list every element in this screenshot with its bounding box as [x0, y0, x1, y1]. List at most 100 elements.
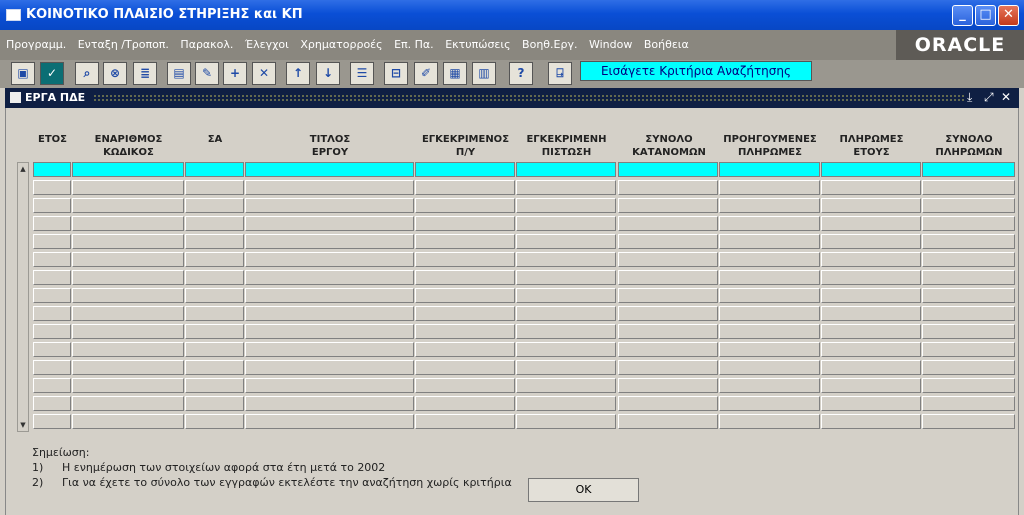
edit-icon[interactable]: ⊟ — [384, 62, 408, 85]
grid-cell[interactable] — [245, 234, 414, 249]
grid-cell[interactable] — [719, 270, 820, 285]
grid-cell[interactable] — [516, 288, 616, 303]
grid-cell[interactable] — [821, 342, 921, 357]
document-icon[interactable]: ▦ — [443, 62, 467, 85]
menu-item-ep-pa[interactable]: Επ. Πα. — [394, 38, 434, 51]
grid-cell[interactable] — [33, 252, 71, 267]
clipboard-icon[interactable]: ▥ — [472, 62, 496, 85]
grid-cell[interactable] — [415, 198, 515, 213]
menu-item-ektyposeis[interactable]: Εκτυπώσεις — [445, 38, 510, 51]
notes-icon[interactable]: ✐ — [414, 62, 438, 85]
grid-cell[interactable] — [516, 180, 616, 195]
grid-cell[interactable] — [821, 216, 921, 231]
save-icon[interactable]: ▣ — [11, 62, 35, 85]
menu-item-xrimatorroes[interactable]: Χρηματορροές — [300, 38, 382, 51]
menu-item-parakolouthisi[interactable]: Παρακολ. — [180, 38, 233, 51]
form-minimize-icon[interactable]: ⤓ — [967, 90, 972, 105]
grid-cell[interactable] — [245, 288, 414, 303]
grid-cell[interactable] — [618, 396, 718, 411]
grid-cell[interactable] — [33, 360, 71, 375]
grid-cell[interactable] — [922, 360, 1015, 375]
grid-cell[interactable] — [618, 270, 718, 285]
grid-cell[interactable] — [618, 342, 718, 357]
grid-cell[interactable] — [415, 306, 515, 321]
grid-cell[interactable] — [72, 342, 184, 357]
grid-cell[interactable] — [72, 270, 184, 285]
grid-cell[interactable] — [922, 234, 1015, 249]
grid-cell[interactable] — [516, 252, 616, 267]
grid-cell[interactable] — [516, 234, 616, 249]
grid-cell[interactable] — [185, 396, 244, 411]
ok-button[interactable]: OK — [528, 478, 639, 502]
grid-cell[interactable] — [516, 360, 616, 375]
grid-cell[interactable] — [821, 288, 921, 303]
grid-cell[interactable] — [185, 216, 244, 231]
grid-cell[interactable] — [821, 360, 921, 375]
grid-cell[interactable] — [922, 378, 1015, 393]
grid-cell[interactable] — [415, 414, 515, 429]
grid-cell[interactable] — [719, 234, 820, 249]
grid-cell[interactable] — [821, 162, 921, 177]
grid-cell[interactable] — [719, 378, 820, 393]
grid-cell[interactable] — [516, 162, 616, 177]
grid-cell[interactable] — [72, 324, 184, 339]
grid-cell[interactable] — [719, 324, 820, 339]
grid-cell[interactable] — [618, 180, 718, 195]
grid-cell[interactable] — [72, 252, 184, 267]
grid-cell[interactable] — [922, 198, 1015, 213]
grid-cell[interactable] — [245, 162, 414, 177]
grid-cell[interactable] — [245, 342, 414, 357]
grid-cell[interactable] — [33, 180, 71, 195]
grid-cell[interactable] — [185, 324, 244, 339]
grid-cell[interactable] — [185, 342, 244, 357]
menu-item-elegxoi[interactable]: Έλεγχοι — [245, 38, 289, 51]
grid-cell[interactable] — [185, 234, 244, 249]
grid-cell[interactable] — [72, 414, 184, 429]
grid-cell[interactable] — [33, 234, 71, 249]
menu-item-help[interactable]: Βοήθεια — [644, 38, 689, 51]
grid-cell[interactable] — [516, 414, 616, 429]
grid-cell[interactable] — [245, 252, 414, 267]
accept-icon[interactable]: ✓ — [40, 62, 64, 85]
vertical-scrollbar[interactable]: ▲ ▼ — [17, 162, 29, 432]
grid-cell[interactable] — [185, 378, 244, 393]
cancel-query-icon[interactable]: ⊗ — [103, 62, 127, 85]
grid-cell[interactable] — [922, 288, 1015, 303]
grid-cell[interactable] — [33, 342, 71, 357]
grid-cell[interactable] — [245, 324, 414, 339]
grid-cell[interactable] — [821, 414, 921, 429]
minimize-button[interactable]: _ — [952, 5, 973, 26]
grid-cell[interactable] — [185, 360, 244, 375]
grid-cell[interactable] — [922, 306, 1015, 321]
print-icon[interactable]: ▤ — [167, 62, 191, 85]
grid-cell[interactable] — [618, 324, 718, 339]
grid-cell[interactable] — [618, 234, 718, 249]
grid-cell[interactable] — [72, 396, 184, 411]
window-title-bar[interactable]: ΚΟΙΝΟΤΙΚΟ ΠΛΑΙΣΙΟ ΣΤΗΡΙΞΗΣ και ΚΠ _ □ ✕ — [0, 0, 1024, 30]
grid-cell[interactable] — [185, 288, 244, 303]
grid-cell[interactable] — [33, 414, 71, 429]
grid-cell[interactable] — [516, 378, 616, 393]
grid-cell[interactable] — [72, 360, 184, 375]
execute-query-icon[interactable]: ≣ — [133, 62, 157, 85]
grid-cell[interactable] — [516, 270, 616, 285]
menu-item-window[interactable]: Window — [589, 38, 632, 51]
grid-cell[interactable] — [245, 414, 414, 429]
grid-cell[interactable] — [72, 288, 184, 303]
list-icon[interactable]: ☰ — [350, 62, 374, 85]
grid-cell[interactable] — [821, 324, 921, 339]
grid-cell[interactable] — [415, 180, 515, 195]
grid-cell[interactable] — [922, 252, 1015, 267]
grid-cell[interactable] — [618, 414, 718, 429]
insert-record-icon[interactable]: + — [223, 62, 247, 85]
grid-cell[interactable] — [719, 288, 820, 303]
enter-query-icon[interactable]: ⌕ — [75, 62, 99, 85]
grid-cell[interactable] — [415, 396, 515, 411]
grid-cell[interactable] — [415, 288, 515, 303]
grid-cell[interactable] — [245, 396, 414, 411]
grid-cell[interactable] — [516, 342, 616, 357]
grid-cell[interactable] — [922, 162, 1015, 177]
grid-cell[interactable] — [72, 234, 184, 249]
grid-cell[interactable] — [245, 378, 414, 393]
delete-record-icon[interactable]: ✕ — [252, 62, 276, 85]
